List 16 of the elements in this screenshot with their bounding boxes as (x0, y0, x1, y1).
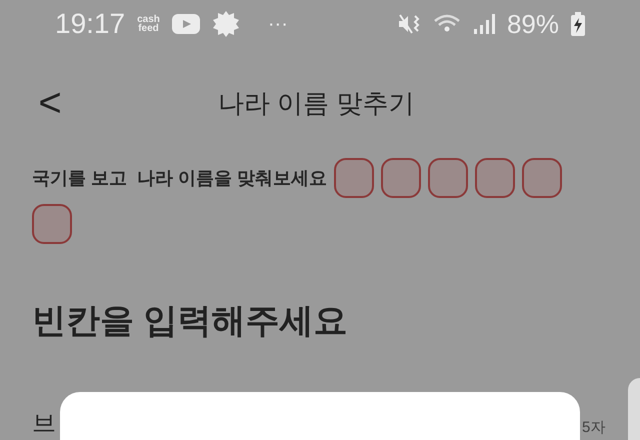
character-counter: 5자 (582, 420, 606, 435)
instruction-text: 국기를 보고 나라 이름을 맞춰보세요 (32, 166, 328, 190)
mute-vibrate-icon (396, 12, 421, 36)
side-panel-edge (628, 378, 640, 440)
back-button[interactable]: < (36, 83, 64, 123)
badge-icon (212, 10, 240, 38)
battery-charging-icon (571, 12, 585, 36)
play-icon (172, 14, 200, 34)
more-dots: ··· (268, 12, 288, 37)
app-logo: cash feed (137, 15, 160, 33)
page-title: 나라 이름 맞추기 (218, 86, 414, 120)
signal-icon (472, 13, 495, 35)
section-heading: 빈칸을 입력해주세요 (31, 301, 348, 342)
clock: 19:17 (55, 7, 126, 41)
field-label: 브 (32, 412, 56, 436)
battery-percent: 89% (506, 8, 559, 40)
